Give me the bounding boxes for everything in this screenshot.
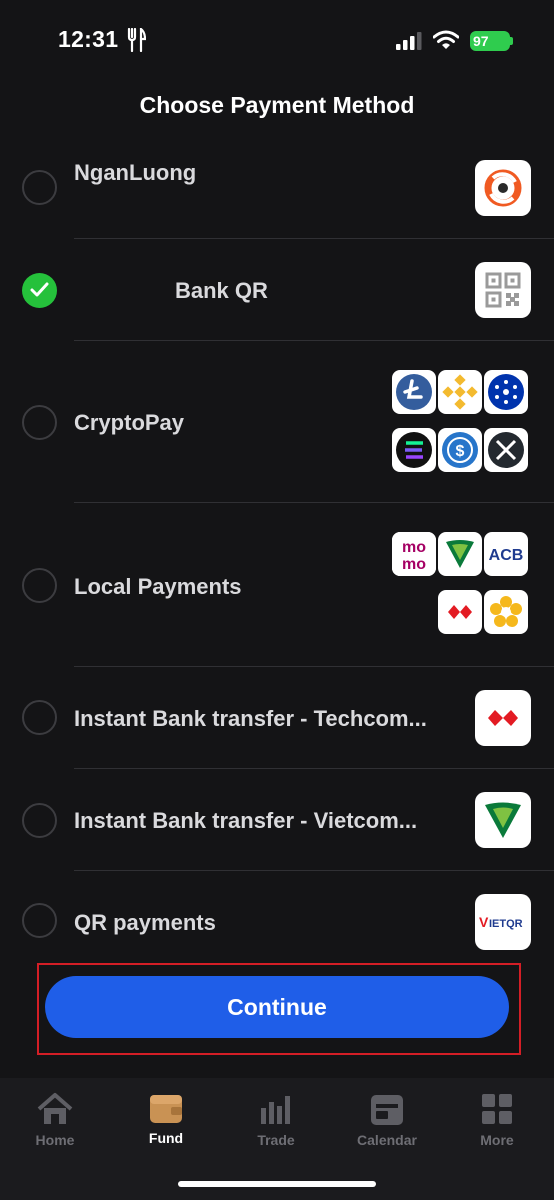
radio-button[interactable] (22, 903, 57, 938)
tab-home[interactable]: Home (10, 1092, 100, 1148)
payment-option-label: NganLuong (74, 160, 197, 185)
vietqr-logo: V IETQR (475, 894, 531, 950)
tab-label: Fund (148, 1130, 184, 1146)
home-icon (37, 1093, 73, 1124)
payment-option-nganluong[interactable]: NganLuong (0, 140, 554, 239)
radio-button[interactable] (22, 803, 57, 838)
radio-button-checked[interactable] (22, 273, 57, 308)
xrp-logo (484, 428, 528, 472)
techcombank-logo (475, 690, 531, 746)
wifi-icon (433, 30, 459, 49)
momo-text-bottom: mo (402, 556, 426, 573)
litecoin-logo (392, 370, 436, 414)
payment-option-vietcombank-transfer[interactable]: Instant Bank transfer - Vietcom... (0, 768, 554, 871)
chart-bars-icon (261, 1096, 290, 1124)
status-bar: 12:31 97 (0, 0, 554, 80)
payment-option-label: QR payments (74, 910, 216, 935)
payment-option-qr-payments[interactable]: QR payments V IETQR (0, 870, 554, 960)
payment-option-cryptopay[interactable]: CryptoPay $ (0, 340, 554, 503)
payment-option-label: Local Payments (74, 574, 242, 599)
radio-button[interactable] (22, 700, 57, 735)
radio-button[interactable] (22, 170, 57, 205)
battery-icon: 97 (470, 31, 510, 51)
momo-text-top: mo (402, 539, 426, 556)
usdc-logo: $ (438, 428, 482, 472)
cardano-logo (484, 370, 528, 414)
checkmark-icon (30, 282, 49, 297)
page-title: Choose Payment Method (139, 92, 415, 118)
continue-button[interactable]: Continue (45, 976, 509, 1038)
home-indicator (178, 1181, 376, 1187)
calendar-icon (371, 1095, 403, 1125)
momo-logo: mo mo (392, 532, 436, 576)
payment-option-label: Bank QR (175, 278, 268, 303)
nganluong-logo (475, 160, 531, 216)
tab-calendar[interactable]: Calendar (342, 1092, 432, 1148)
payment-option-label: Instant Bank transfer - Techcom... (74, 706, 427, 731)
tab-label: Trade (257, 1132, 295, 1148)
vietcombank-logo (475, 792, 531, 848)
tab-trade[interactable]: Trade (231, 1092, 321, 1148)
payment-option-techcombank-transfer[interactable]: Instant Bank transfer - Techcom... (0, 666, 554, 769)
payment-option-label: CryptoPay (74, 410, 185, 435)
radio-button[interactable] (22, 568, 57, 603)
tab-more[interactable]: More (452, 1092, 542, 1148)
tab-label: More (480, 1132, 514, 1148)
tab-fund[interactable]: Fund (121, 1092, 211, 1146)
acb-text: ACB (489, 547, 524, 564)
battery-level: 97 (473, 33, 489, 49)
vietqr-text-v: V (479, 914, 489, 930)
techcombank-logo (438, 590, 482, 634)
binance-logo (438, 370, 482, 414)
solana-logo (392, 428, 436, 472)
payment-option-label: Instant Bank transfer - Vietcom... (74, 808, 418, 833)
payment-option-bank-qr[interactable]: Bank QR (0, 238, 554, 341)
radio-button[interactable] (22, 405, 57, 440)
acb-logo: ACB (484, 532, 528, 576)
cellular-signal-icon (396, 32, 422, 50)
battery-tip (510, 37, 513, 45)
wallet-icon (150, 1095, 182, 1123)
tab-label: Calendar (357, 1132, 417, 1148)
tab-label: Home (35, 1132, 75, 1148)
status-time: 12:31 (58, 26, 119, 52)
vietqr-text-rest: IETQR (489, 918, 523, 930)
grid-icon (482, 1094, 512, 1124)
svg-text:$: $ (456, 443, 465, 460)
vietcombank-logo (438, 532, 482, 576)
fork-knife-icon (127, 28, 146, 52)
qr-code-icon (475, 262, 531, 318)
payment-option-local-payments[interactable]: Local Payments mo mo ACB (0, 502, 554, 667)
sacombank-logo (484, 590, 528, 634)
